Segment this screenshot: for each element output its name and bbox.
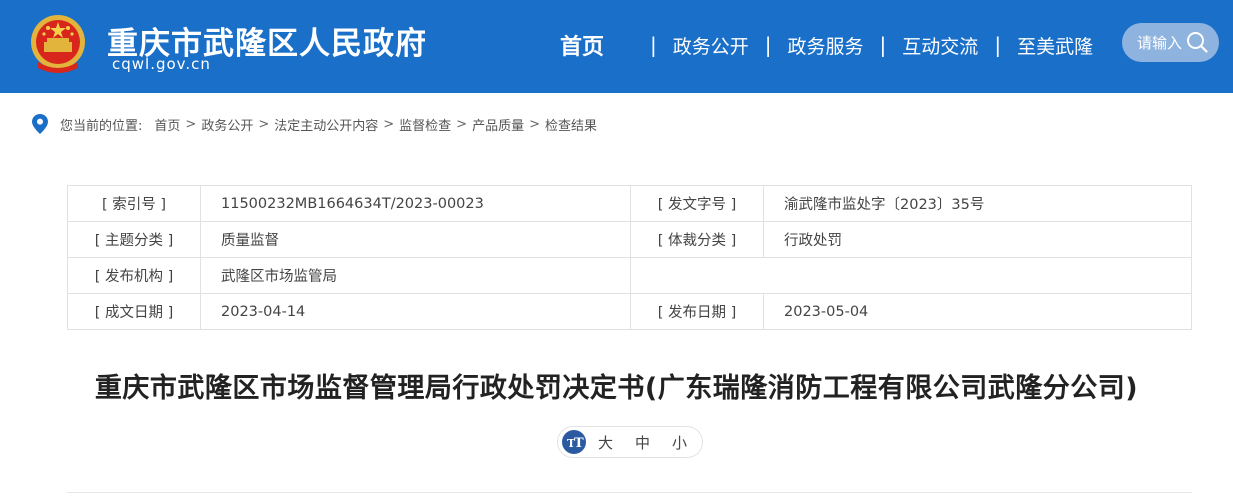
breadcrumb-label: 您当前的位置: bbox=[60, 118, 143, 134]
meta-value-created-date: 2023-04-14 bbox=[200, 293, 631, 330]
breadcrumb-item-home[interactable]: 首页 bbox=[154, 115, 180, 134]
meta-key-publisher: [ 发布机构 ] bbox=[67, 257, 201, 294]
meta-value-index-no: 11500232MB1664634T/2023-00023 bbox=[200, 185, 631, 222]
breadcrumb-item-product-quality[interactable]: 产品质量 bbox=[472, 115, 524, 134]
breadcrumb-separator: > bbox=[258, 116, 270, 132]
font-size-small-option[interactable]: 小 bbox=[672, 432, 687, 453]
font-size-medium-option[interactable]: 中 bbox=[635, 432, 650, 453]
meta-value-genre: 行政处罚 bbox=[763, 221, 1192, 258]
breadcrumb-separator: > bbox=[383, 116, 395, 132]
meta-key-genre: [ 体裁分类 ] bbox=[630, 221, 764, 258]
document-meta-table: [ 索引号 ] 11500232MB1664634T/2023-00023 [ … bbox=[67, 185, 1192, 330]
meta-key-created-date: [ 成文日期 ] bbox=[67, 293, 201, 330]
meta-key-doc-no: [ 发文字号 ] bbox=[630, 185, 764, 222]
meta-value-published-date: 2023-05-04 bbox=[763, 293, 1192, 330]
meta-value-doc-no: 渝武隆市监处字〔2023〕35号 bbox=[763, 185, 1192, 222]
table-row: [ 主题分类 ] 质量监督 [ 体裁分类 ] 行政处罚 bbox=[67, 221, 1192, 258]
breadcrumb-item-supervision[interactable]: 监督检查 bbox=[399, 115, 451, 134]
national-emblem-icon[interactable] bbox=[28, 12, 88, 76]
meta-key-index-no: [ 索引号 ] bbox=[67, 185, 201, 222]
main-nav: 首页 | 政务公开 | 政务服务 | 互动交流 | 至美武隆 bbox=[560, 29, 1093, 61]
breadcrumb-separator: > bbox=[185, 116, 197, 132]
nav-separator: | bbox=[879, 33, 887, 57]
nav-item-government-affairs[interactable]: 政务公开 bbox=[673, 32, 749, 59]
meta-key-published-date: [ 发布日期 ] bbox=[630, 293, 764, 330]
svg-text:T: T bbox=[574, 436, 584, 451]
text-size-icon: T T bbox=[562, 430, 586, 454]
nav-item-home[interactable]: 首页 bbox=[560, 29, 604, 61]
content-divider bbox=[67, 492, 1192, 493]
breadcrumb-item-government-affairs[interactable]: 政务公开 bbox=[201, 115, 253, 134]
breadcrumb-item-statutory-disclosure[interactable]: 法定主动公开内容 bbox=[274, 115, 378, 134]
nav-separator: | bbox=[650, 33, 657, 57]
article-title: 重庆市武隆区市场监督管理局行政处罚决定书(广东瑞隆消防工程有限公司武隆分公司) bbox=[94, 373, 1139, 404]
search-box bbox=[1122, 23, 1219, 62]
nav-item-wulong[interactable]: 至美武隆 bbox=[1017, 32, 1093, 59]
meta-value-topic: 质量监督 bbox=[200, 221, 631, 258]
table-row: [ 成文日期 ] 2023-04-14 [ 发布日期 ] 2023-05-04 bbox=[67, 293, 1192, 330]
font-size-large-option[interactable]: 大 bbox=[598, 432, 613, 453]
breadcrumb: 您当前的位置: 首页 > 政务公开 > 法定主动公开内容 > 监督检查 > 产品… bbox=[32, 113, 597, 135]
breadcrumb-item-inspection-results[interactable]: 检查结果 bbox=[545, 115, 597, 134]
meta-key-topic: [ 主题分类 ] bbox=[67, 221, 201, 258]
nav-item-interaction[interactable]: 互动交流 bbox=[902, 32, 978, 59]
site-domain: cqwl.gov.cn bbox=[112, 55, 211, 73]
table-row: [ 发布机构 ] 武隆区市场监管局 bbox=[67, 257, 1192, 294]
font-size-control: T T 大 中 小 bbox=[557, 426, 703, 458]
nav-item-services[interactable]: 政务服务 bbox=[788, 32, 864, 59]
breadcrumb-separator: > bbox=[456, 116, 468, 132]
location-pin-icon bbox=[32, 114, 48, 134]
meta-empty-cell bbox=[630, 257, 1192, 294]
breadcrumb-separator: > bbox=[529, 116, 540, 132]
table-row: [ 索引号 ] 11500232MB1664634T/2023-00023 [ … bbox=[67, 185, 1192, 222]
meta-value-publisher: 武隆区市场监管局 bbox=[200, 257, 631, 294]
nav-separator: | bbox=[764, 33, 772, 57]
site-header: 重庆市武隆区人民政府 cqwl.gov.cn 首页 | 政务公开 | 政务服务 … bbox=[0, 0, 1233, 93]
nav-separator: | bbox=[994, 33, 1002, 57]
search-icon[interactable] bbox=[1186, 31, 1208, 53]
